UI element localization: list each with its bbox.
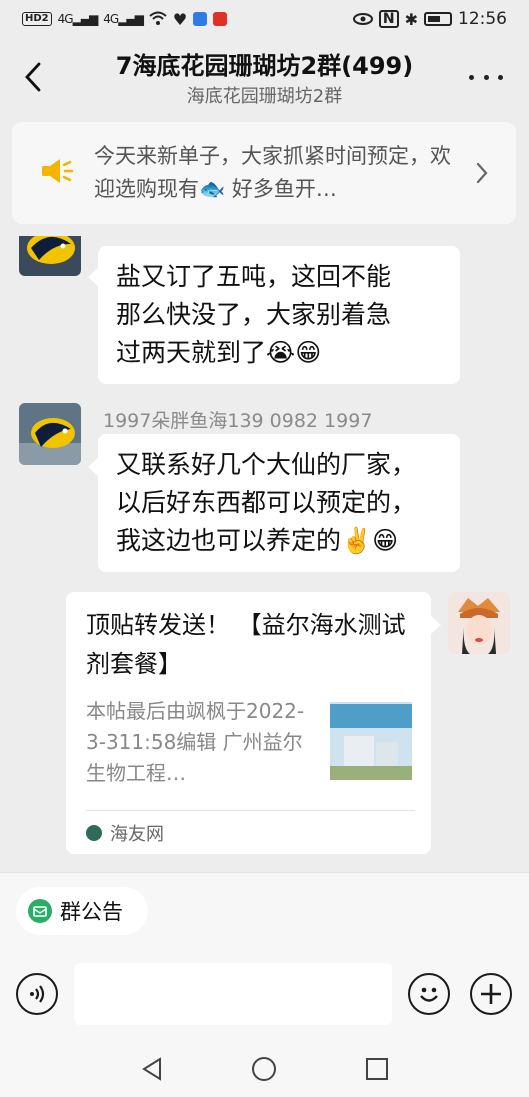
more-button[interactable]	[469, 66, 503, 88]
my-avatar[interactable]	[448, 592, 510, 654]
more-dot	[498, 74, 503, 80]
voice-icon	[30, 985, 45, 1003]
message-line: 又联系好几个大仙的厂家，	[116, 450, 417, 479]
notice-board-icon	[28, 899, 52, 923]
group-notice-banner[interactable]: 今天来新单子，大家抓紧时间预定，欢迎选购现有🐟 好多鱼开…	[12, 122, 516, 224]
fish-avatar-image	[19, 236, 81, 276]
chevron-right-icon	[476, 162, 488, 184]
megaphone-icon	[42, 159, 74, 183]
voice-button[interactable]	[16, 973, 58, 1015]
chevron-left-icon	[25, 62, 41, 92]
shield-app-icon	[193, 12, 208, 26]
link-thumbnail	[330, 702, 412, 780]
status-bar: HD2 4G▂▄▆ 4G▂▄▆ ♥ N ✱ 12:56	[0, 0, 529, 38]
bluetooth-icon: ✱	[404, 9, 418, 29]
status-right: N ✱ 12:56	[352, 9, 507, 29]
bubble-tail	[431, 616, 441, 634]
link-title: 顶贴转发送！ 【益尔海水测试剂套餐】	[86, 611, 406, 678]
sender-name: 1997朵胖鱼海139 0982 1997	[103, 410, 373, 432]
signal-label-1: 4G	[57, 12, 74, 26]
source-name: 海友网	[110, 824, 164, 845]
avatar[interactable]	[19, 403, 81, 465]
group-notice-chip[interactable]: 群公告	[16, 887, 148, 935]
message-bubble[interactable]: 又联系好几个大仙的厂家， 以后好东西都可以预定的， 我这边也可以养定的✌️😁	[98, 434, 460, 572]
source-logo-icon	[86, 825, 102, 841]
message-list[interactable]: 盐又订了五吨，这回不能 那么快没了，大家别着急 过两天就到了😭😁 1997朵胖鱼…	[0, 236, 529, 872]
message-bubble[interactable]: 盐又订了五吨，这回不能 那么快没了，大家别着急 过两天就到了😭😁	[98, 246, 460, 384]
message-line: 盐又订了五吨，这回不能	[116, 262, 392, 291]
back-button[interactable]	[18, 60, 48, 94]
link-source: 海友网	[86, 820, 164, 846]
plus-icon	[481, 984, 501, 1004]
chat-header: 7海底花园珊瑚坊2群(499) 海底花园珊瑚坊2群	[0, 38, 529, 116]
network-badge: HD2	[22, 12, 52, 26]
heart-icon: ♥	[172, 9, 188, 29]
system-navigation-bar	[0, 1043, 529, 1097]
chip-label: 群公告	[60, 900, 123, 924]
message-line: 那么快没了，大家别着急	[116, 300, 392, 329]
message-input[interactable]	[74, 963, 392, 1025]
message-line: 以后好东西都可以预定的，	[116, 488, 417, 517]
clock: 12:56	[458, 9, 507, 29]
emoji-icon	[420, 987, 438, 1002]
more-dot	[483, 74, 489, 80]
signal-icon-1: 4G▂▄▆	[57, 12, 99, 26]
avatar[interactable]	[19, 236, 81, 276]
girl-avatar-image	[448, 592, 510, 654]
divider	[86, 810, 415, 811]
status-left: HD2 4G▂▄▆ 4G▂▄▆ ♥	[22, 9, 228, 29]
more-dot	[469, 74, 474, 80]
wifi-icon	[149, 10, 167, 29]
system-back-icon[interactable]	[138, 1055, 166, 1083]
signal-icon-2: 4G▂▄▆	[103, 12, 144, 26]
message-line: 过两天就到了😭😁	[116, 338, 322, 367]
nfc-icon: N	[378, 10, 399, 28]
eye-icon	[352, 10, 373, 29]
message-line: 我这边也可以养定的✌️😁	[116, 526, 399, 555]
bubble-tail	[88, 458, 98, 476]
link-description: 本帖最后由飒枫于2022-3-311:58编辑 广州益尔生物工程…	[86, 699, 305, 785]
building-thumbnail-image	[330, 702, 412, 780]
emoji-button[interactable]	[408, 973, 450, 1015]
bubble-tail	[88, 268, 98, 286]
page-title: 7海底花园珊瑚坊2群(499)	[115, 52, 414, 80]
fish-avatar-image	[19, 403, 81, 465]
battery-icon	[424, 12, 452, 26]
system-home-icon[interactable]	[250, 1055, 278, 1083]
shared-link-card[interactable]: 顶贴转发送！ 【益尔海水测试剂套餐】 本帖最后由飒枫于2022-3-311:58…	[66, 592, 431, 854]
plus-button[interactable]	[470, 973, 512, 1015]
bottom-panel: 群公告	[0, 872, 529, 1097]
signal-label-2: 4G	[103, 12, 119, 26]
news-app-icon	[213, 12, 228, 26]
notice-text: 今天来新单子，大家抓紧时间预定，欢迎选购现有🐟 好多鱼开…	[94, 144, 451, 201]
system-recents-icon[interactable]	[363, 1055, 391, 1083]
page-subtitle: 海底花园珊瑚坊2群	[186, 86, 343, 107]
